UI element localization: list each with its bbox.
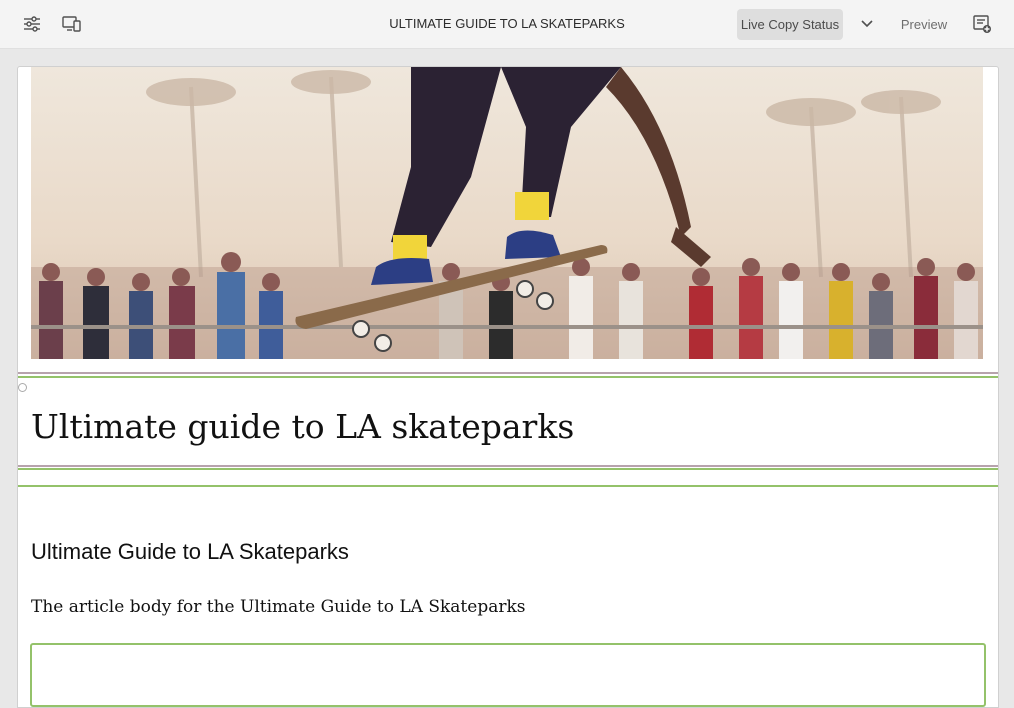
article-subheading[interactable]: Ultimate Guide to LA Skateparks — [31, 537, 349, 567]
section-divider — [18, 372, 998, 374]
page-info-icon[interactable] — [970, 12, 994, 36]
editor-toolbar: ULTIMATE GUIDE TO LA SKATEPARKS Live Cop… — [0, 0, 1014, 49]
article-body[interactable]: The article body for the Ultimate Guide … — [31, 595, 526, 619]
section-divider — [18, 468, 998, 470]
section-divider — [18, 485, 998, 487]
drop-zone[interactable] — [30, 643, 986, 707]
section-divider — [18, 376, 998, 378]
live-copy-status-button[interactable]: Live Copy Status — [737, 9, 843, 40]
component-handle[interactable] — [18, 383, 27, 392]
section-divider — [18, 465, 998, 467]
page-properties-icon[interactable] — [20, 12, 44, 36]
chevron-down-icon[interactable] — [855, 12, 879, 36]
hero-image[interactable] — [31, 67, 983, 359]
page-heading[interactable]: Ultimate guide to LA skateparks — [31, 405, 574, 449]
emulator-icon[interactable] — [60, 12, 84, 36]
preview-button[interactable]: Preview — [893, 9, 955, 40]
page-canvas: Ultimate guide to LA skateparks Ultimate… — [17, 66, 999, 708]
